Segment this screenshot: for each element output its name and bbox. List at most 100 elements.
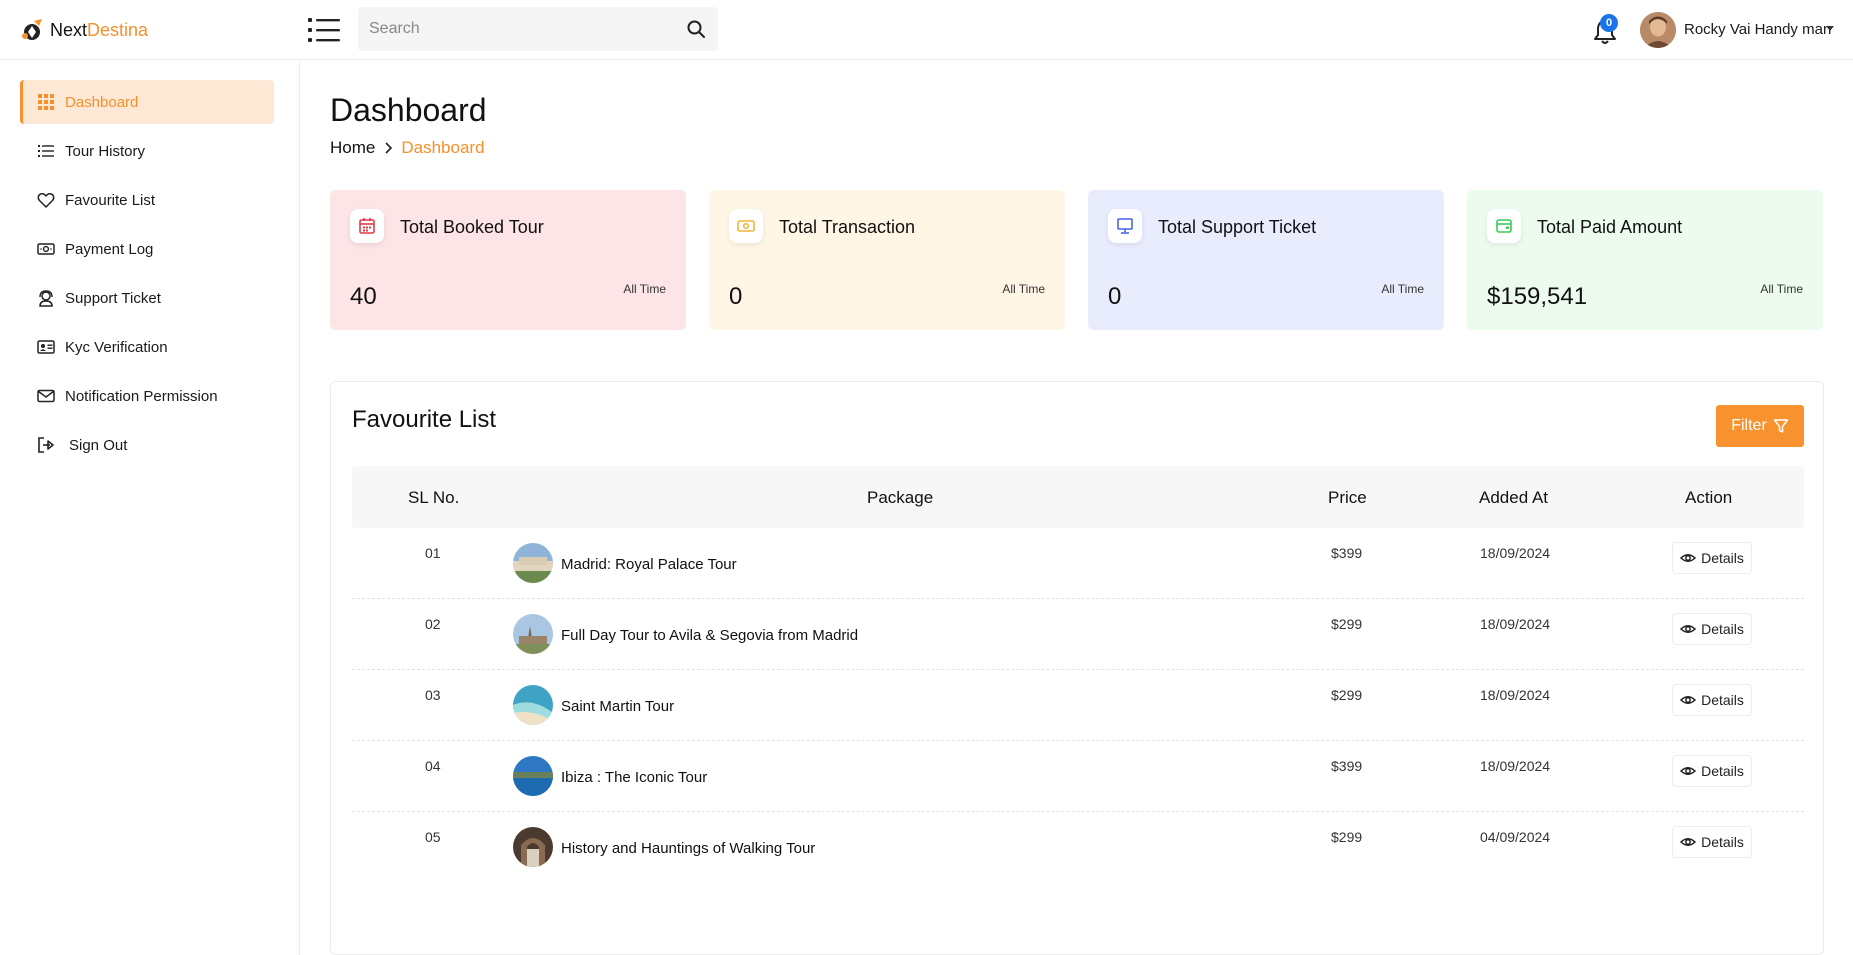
row-package-name[interactable]: Ibiza : The Iconic Tour xyxy=(561,769,707,786)
eye-icon xyxy=(1680,767,1697,775)
search-icon[interactable] xyxy=(686,19,706,39)
stat-value: 40 xyxy=(350,283,377,310)
list-icon xyxy=(38,145,54,157)
table-row: 05 History and Hauntings of Walking Tour… xyxy=(352,812,1804,883)
sidebar-item-sign-out[interactable]: Sign Out xyxy=(20,423,274,467)
row-sl: 02 xyxy=(425,616,441,632)
stat-title: Total Support Ticket xyxy=(1158,217,1317,237)
details-button-label: Details xyxy=(1701,621,1744,637)
top-bar: NextDestina 0 Rocky Vai Handy man xyxy=(0,0,1853,60)
sidebar-item-notification-permission[interactable]: Notification Permission xyxy=(20,374,274,418)
eye-icon xyxy=(1680,838,1697,846)
details-button[interactable]: Details xyxy=(1672,542,1752,574)
palace-image xyxy=(513,543,553,583)
favourite-list-card: Favourite List Filter SL No. Package Pri… xyxy=(330,381,1824,955)
stat-icon-box xyxy=(729,209,763,243)
column-header-added-at: Added At xyxy=(1479,488,1549,507)
avila-image xyxy=(513,614,553,654)
sidebar-item-label: Kyc Verification xyxy=(65,338,168,356)
eye-icon xyxy=(1680,696,1697,704)
row-sl: 04 xyxy=(425,758,441,774)
details-button-label: Details xyxy=(1701,692,1744,708)
table-header: SL No. Package Price Added At Action xyxy=(352,466,1804,528)
sidebar-item-kyc-verification[interactable]: Kyc Verification xyxy=(20,325,274,369)
envelope-icon xyxy=(37,389,55,403)
arch-image xyxy=(513,827,553,867)
sidebar-item-dashboard[interactable]: Dashboard xyxy=(20,80,274,124)
sign-out-icon xyxy=(38,437,54,453)
stat-value: 0 xyxy=(729,283,743,310)
details-button[interactable]: Details xyxy=(1672,755,1752,787)
money-icon xyxy=(37,243,55,255)
favourite-list-title: Favourite List xyxy=(352,406,497,433)
eye-icon xyxy=(1680,554,1697,562)
row-added-at: 18/09/2024 xyxy=(1480,545,1551,561)
eye-icon xyxy=(1680,625,1697,633)
stat-icon-box xyxy=(350,209,384,243)
sidebar-item-support-ticket[interactable]: Support Ticket xyxy=(20,276,274,320)
stat-card-paid-amount: Total Paid Amount $159,541 All Time xyxy=(1467,190,1823,330)
details-button-label: Details xyxy=(1701,550,1744,566)
row-package-name[interactable]: Saint Martin Tour xyxy=(561,698,674,715)
stat-card-transaction: Total Transaction 0 All Time xyxy=(709,190,1065,330)
sidebar-item-tour-history[interactable]: Tour History xyxy=(20,129,274,173)
avatar[interactable] xyxy=(1640,12,1676,48)
stat-value: 0 xyxy=(1108,283,1122,310)
row-package-name[interactable]: Madrid: Royal Palace Tour xyxy=(561,556,737,573)
user-menu-caret-icon[interactable] xyxy=(1826,26,1834,31)
sidebar-item-favourite-list[interactable]: Favourite List xyxy=(20,178,274,222)
package-thumbnail xyxy=(513,827,553,867)
grid-icon xyxy=(38,94,54,110)
stat-period: All Time xyxy=(1002,282,1045,296)
brand-name-part2: Destina xyxy=(87,19,149,40)
row-package-name[interactable]: History and Hauntings of Walking Tour xyxy=(561,840,815,857)
details-button-label: Details xyxy=(1701,763,1744,779)
brand-logo[interactable]: Next Destina xyxy=(20,14,148,46)
column-header-sl: SL No. xyxy=(408,488,460,507)
chevron-right-icon xyxy=(385,142,393,154)
sidebar-item-label: Payment Log xyxy=(65,240,154,258)
sidebar-item-label: Favourite List xyxy=(65,191,156,209)
stat-card-support-ticket: Total Support Ticket 0 All Time xyxy=(1088,190,1444,330)
column-header-price: Price xyxy=(1328,488,1367,507)
package-thumbnail xyxy=(513,756,553,796)
column-header-action: Action xyxy=(1685,488,1733,507)
row-package-name[interactable]: Full Day Tour to Avila & Segovia from Ma… xyxy=(561,627,858,644)
column-header-package: Package xyxy=(867,488,934,507)
filter-button[interactable]: Filter xyxy=(1716,405,1804,447)
details-button[interactable]: Details xyxy=(1672,684,1752,716)
package-thumbnail xyxy=(513,685,553,725)
menu-toggle-icon[interactable] xyxy=(308,15,340,45)
search-input[interactable] xyxy=(358,20,658,38)
row-price: $299 xyxy=(1331,687,1363,703)
filter-button-label: Filter xyxy=(1731,417,1767,434)
heart-icon xyxy=(37,193,55,208)
wallet-icon xyxy=(1496,219,1512,233)
row-sl: 05 xyxy=(425,829,441,845)
package-thumbnail xyxy=(513,543,553,583)
notification-count-badge: 0 xyxy=(1600,14,1618,32)
row-price: $399 xyxy=(1331,758,1363,774)
brand-name-part1: Next xyxy=(50,19,88,40)
row-added-at: 18/09/2024 xyxy=(1480,687,1551,703)
package-thumbnail xyxy=(513,614,553,654)
stat-period: All Time xyxy=(1760,282,1803,296)
user-name[interactable]: Rocky Vai Handy man xyxy=(1684,21,1831,38)
row-sl: 01 xyxy=(425,545,441,561)
details-button[interactable]: Details xyxy=(1672,826,1752,858)
stat-card-booked-tour: Total Booked Tour 40 All Time xyxy=(330,190,686,330)
sidebar: Dashboard Tour History Favourite List Pa… xyxy=(0,60,300,955)
table-row: 03 Saint Martin Tour $299 18/09/2024 Det… xyxy=(352,670,1804,741)
support-icon xyxy=(39,290,53,307)
sidebar-item-payment-log[interactable]: Payment Log xyxy=(20,227,274,271)
details-button[interactable]: Details xyxy=(1672,613,1752,645)
breadcrumb-home-link[interactable]: Home xyxy=(330,138,375,158)
row-price: $299 xyxy=(1331,616,1363,632)
page-title: Dashboard xyxy=(330,92,487,128)
table-row: 04 Ibiza : The Iconic Tour $399 18/09/20… xyxy=(352,741,1804,812)
monitor-icon xyxy=(1117,218,1133,234)
stat-title: Total Transaction xyxy=(779,217,916,237)
stat-period: All Time xyxy=(1381,282,1424,296)
ibiza-image xyxy=(513,756,553,796)
breadcrumb: Home Dashboard xyxy=(330,138,485,158)
